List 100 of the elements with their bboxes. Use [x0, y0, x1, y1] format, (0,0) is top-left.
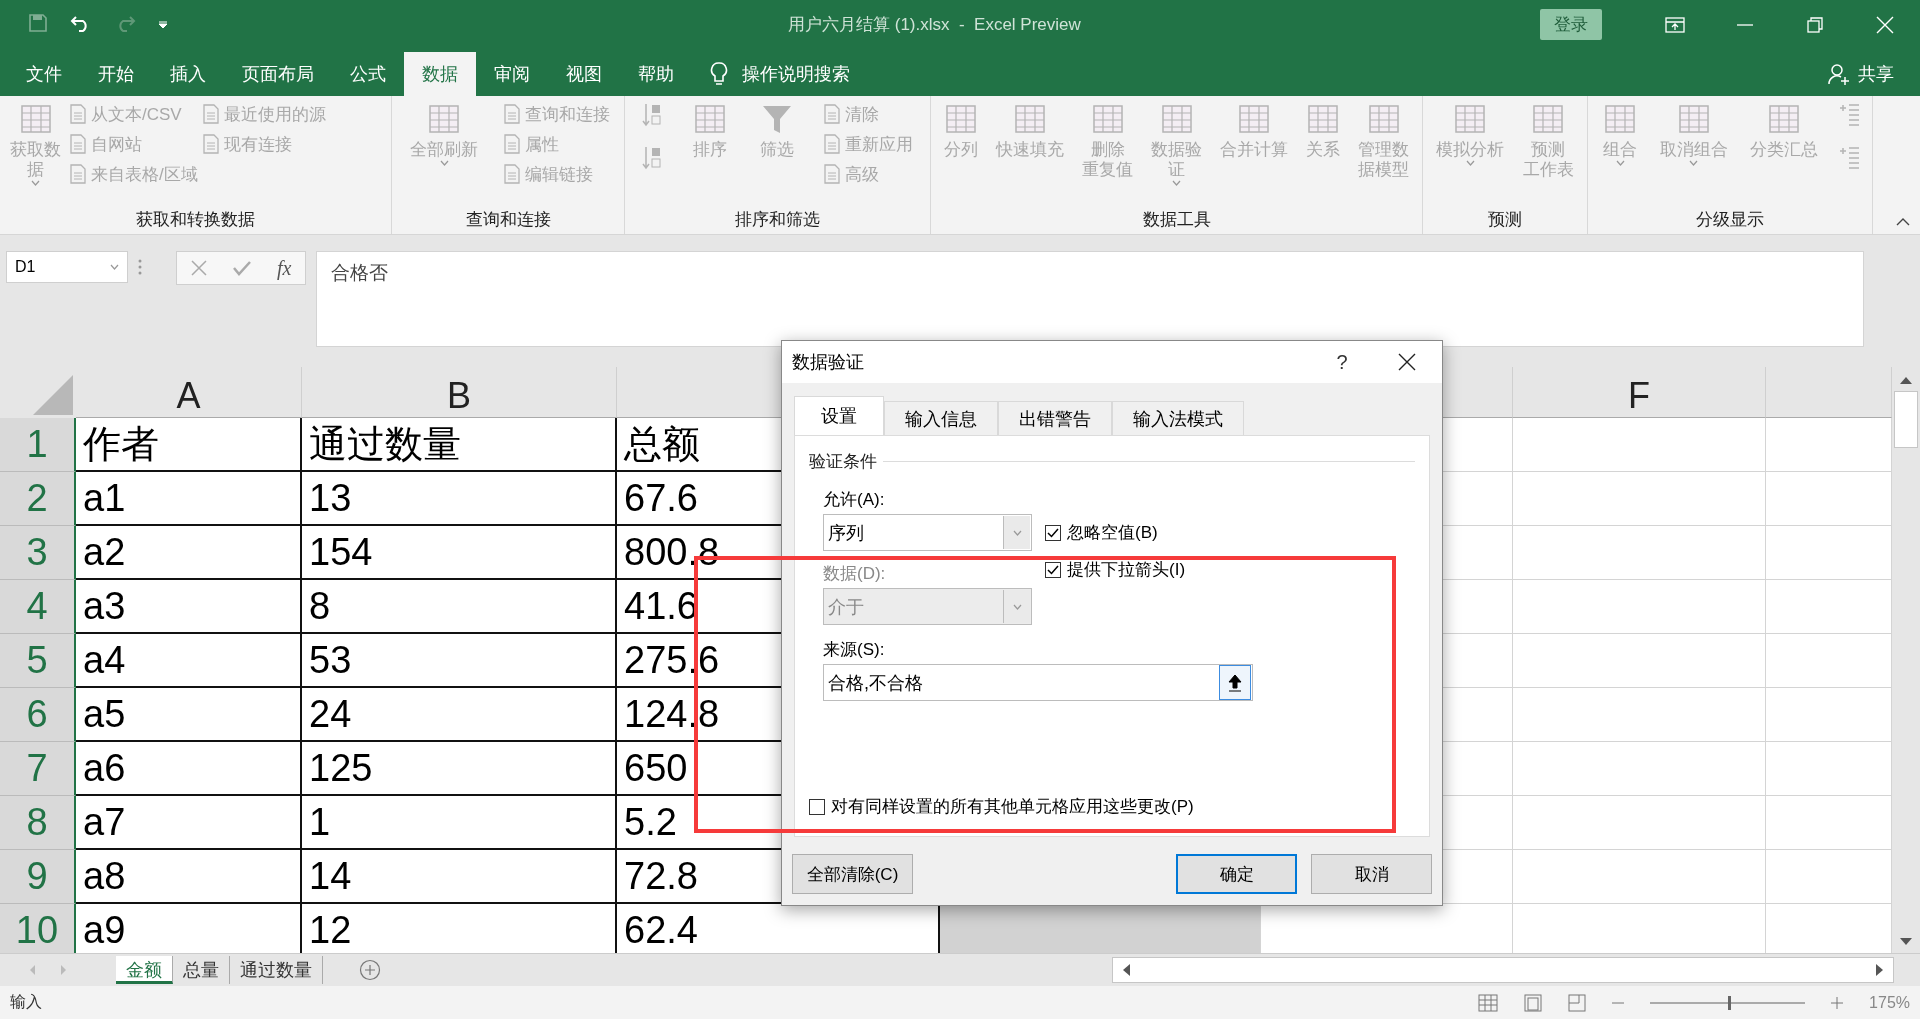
dropdown-button[interactable]: [1003, 516, 1030, 549]
ribbon-button[interactable]: 筛选: [756, 100, 799, 208]
ribbon-button[interactable]: 删除 重复值: [1078, 100, 1137, 208]
menu-tab[interactable]: 帮助: [620, 52, 692, 96]
ribbon-button[interactable]: 快速填充: [992, 100, 1068, 208]
checkbox[interactable]: [1045, 524, 1061, 541]
dialog-button[interactable]: 确定: [1176, 854, 1297, 894]
ribbon-button[interactable]: 来自表格/区域: [69, 162, 198, 186]
scroll-down-icon[interactable]: [1899, 937, 1913, 947]
caret-icon: [1012, 603, 1022, 610]
search-field[interactable]: 操作说明搜索: [742, 62, 850, 86]
dialog-button[interactable]: 全部清除(C): [792, 854, 913, 894]
row-header[interactable]: 3: [0, 526, 76, 580]
ribbon-button[interactable]: 自网站: [69, 132, 198, 156]
ribbon-button[interactable]: 预测 工作表: [1518, 100, 1578, 208]
collapse-dialog-button[interactable]: [1219, 665, 1251, 700]
dialog-tab[interactable]: 出错警告: [998, 401, 1112, 435]
checkbox[interactable]: [809, 798, 825, 815]
add-sheet-icon[interactable]: [359, 959, 381, 981]
menu-tab[interactable]: 审阅: [476, 52, 548, 96]
scrollbar-thumb[interactable]: [1894, 391, 1918, 448]
ribbon-button[interactable]: 重新应用: [823, 132, 914, 156]
ribbon-button[interactable]: 管理数 据模型: [1354, 100, 1413, 208]
zoom-level[interactable]: 175%: [1869, 993, 1910, 1012]
table-cell: 154: [302, 526, 617, 580]
help-button[interactable]: ?: [1312, 350, 1372, 374]
next-sheet-icon[interactable]: [60, 964, 68, 976]
ribbon-button[interactable]: 高级: [823, 162, 914, 186]
ribbon-button[interactable]: 属性: [502, 132, 610, 156]
ribbon-button[interactable]: 清除: [823, 102, 914, 126]
share-button[interactable]: 共享: [1828, 52, 1894, 96]
ribbon-button[interactable]: 取消组合: [1655, 100, 1732, 208]
zoom-thumb[interactable]: [1727, 995, 1731, 1010]
row-header[interactable]: 8: [0, 796, 76, 850]
dialog-tab[interactable]: 设置: [794, 396, 884, 435]
ribbon-button[interactable]: 全部刷新: [406, 100, 483, 208]
zoom-out-icon[interactable]: [1612, 1001, 1625, 1004]
allow-dropdown[interactable]: 序列: [823, 514, 1032, 551]
sheet-tab[interactable]: 总量: [173, 956, 230, 984]
dialog-tab[interactable]: 输入法模式: [1112, 401, 1244, 435]
menu-tab[interactable]: 文件: [8, 52, 80, 96]
row-header[interactable]: 10: [0, 904, 76, 953]
checkbox[interactable]: [1045, 561, 1061, 578]
source-field[interactable]: 合格,不合格: [823, 664, 1253, 701]
menu-tab[interactable]: 开始: [80, 52, 152, 96]
row-header[interactable]: 2: [0, 472, 76, 526]
ribbon-button[interactable]: 模拟分析: [1432, 100, 1509, 208]
row-header[interactable]: 1: [0, 418, 76, 472]
column-header[interactable]: F: [1513, 367, 1766, 418]
ribbon-button[interactable]: 查询和连接: [502, 102, 610, 126]
row-header[interactable]: 9: [0, 850, 76, 904]
insert-function-button[interactable]: fx: [277, 256, 292, 280]
menu-tab[interactable]: 插入: [152, 52, 224, 96]
dialog-button[interactable]: 取消: [1311, 854, 1432, 894]
formula-field[interactable]: 合格否: [316, 251, 1864, 347]
horizontal-scrollbar[interactable]: [1112, 957, 1894, 983]
ribbon-button[interactable]: 排序: [688, 100, 731, 208]
ribbon-button[interactable]: 分类汇总: [1746, 100, 1823, 208]
select-all-icon[interactable]: [33, 375, 73, 415]
row-header[interactable]: 4: [0, 580, 76, 634]
sheet-tab[interactable]: 通过数量: [230, 956, 323, 984]
page-break-icon[interactable]: [1568, 993, 1587, 1012]
ribbon-button[interactable]: 现有连接: [201, 132, 326, 156]
menu-tab[interactable]: 数据: [404, 52, 476, 96]
collapse-ribbon-icon[interactable]: [1896, 218, 1910, 226]
row-header[interactable]: 5: [0, 634, 76, 688]
data-dropdown[interactable]: 介于: [823, 588, 1032, 625]
ribbon-button[interactable]: 编辑链接: [502, 162, 610, 186]
scroll-right-icon[interactable]: [1875, 963, 1885, 977]
ribbon-button[interactable]: 从文本/CSV: [69, 102, 198, 126]
menu-tab[interactable]: 公式: [332, 52, 404, 96]
dialog-tab[interactable]: 输入信息: [884, 401, 998, 435]
column-header[interactable]: A: [76, 367, 302, 418]
ribbon-button[interactable]: 合并计算: [1216, 100, 1292, 208]
cancel-icon[interactable]: [191, 260, 207, 276]
menu-tab[interactable]: 视图: [548, 52, 620, 96]
ribbon-button[interactable]: 组合: [1599, 100, 1642, 208]
table-icon: [1306, 102, 1340, 136]
column-header[interactable]: B: [302, 367, 617, 418]
ribbon-button[interactable]: 关系: [1302, 100, 1344, 208]
scroll-left-icon[interactable]: [1121, 963, 1131, 977]
row-header[interactable]: 6: [0, 688, 76, 742]
ribbon-button[interactable]: 获取数 据: [6, 100, 65, 208]
ribbon-button[interactable]: 最近使用的源: [201, 102, 326, 126]
table-cell: 通过数量: [302, 418, 617, 472]
ribbon-button[interactable]: 数据验 证: [1147, 100, 1206, 208]
scroll-up-icon[interactable]: [1899, 375, 1913, 385]
menu-tab[interactable]: 页面布局: [224, 52, 332, 96]
zoom-in-icon[interactable]: [1831, 996, 1844, 1009]
caret-icon: [1012, 529, 1022, 536]
document-icon: [502, 134, 521, 154]
page-layout-icon[interactable]: [1524, 993, 1543, 1012]
name-box[interactable]: D1: [6, 251, 128, 283]
sheet-tab[interactable]: 金额: [116, 956, 173, 984]
previous-sheet-icon[interactable]: [28, 964, 36, 976]
sign-in-button[interactable]: 登录: [1540, 9, 1602, 40]
ribbon-button[interactable]: 分列: [940, 100, 982, 208]
check-icon[interactable]: [233, 260, 251, 276]
normal-view-icon[interactable]: [1478, 993, 1499, 1012]
row-header[interactable]: 7: [0, 742, 76, 796]
